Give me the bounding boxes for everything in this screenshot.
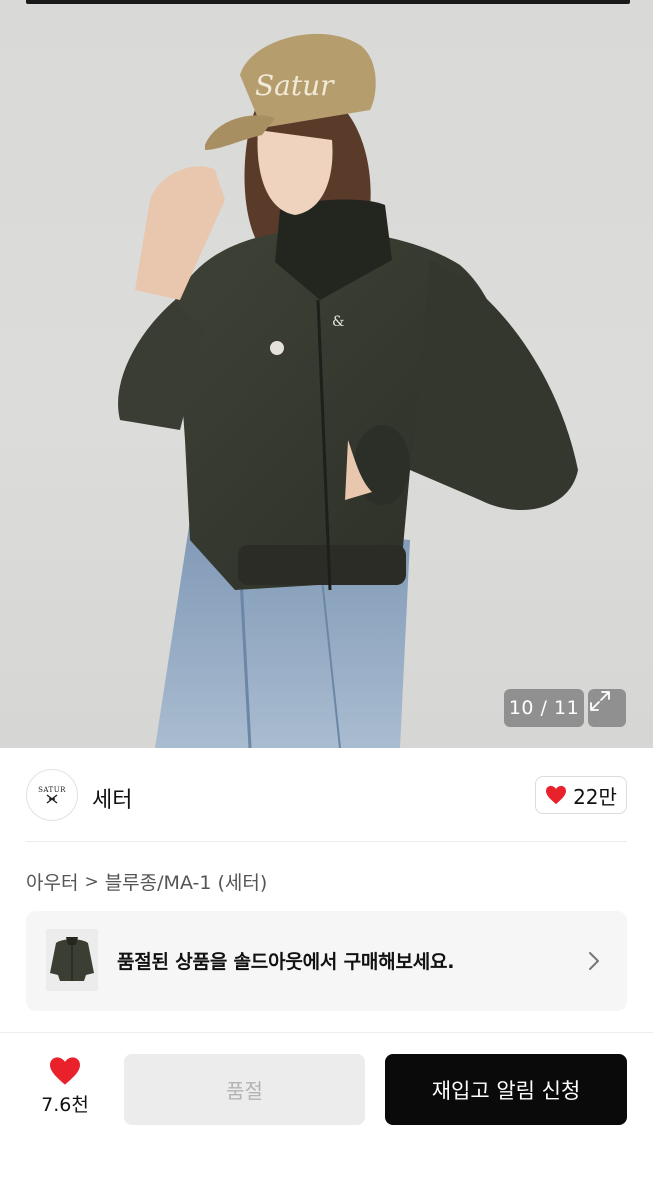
breadcrumb-category[interactable]: 아우터 xyxy=(26,868,78,895)
soldout-banner-text: 품절된 상품을 솔드아웃에서 구매해보세요. xyxy=(117,951,455,973)
soldout-banner[interactable]: 품절된 상품을 솔드아웃에서 구매해보세요. xyxy=(26,911,627,1011)
jacket-thumbnail-image xyxy=(46,929,98,991)
cap-logo: Satur xyxy=(255,69,335,102)
heart-icon xyxy=(546,785,567,805)
image-top-border xyxy=(26,0,630,4)
brand-like-count: 22만 xyxy=(573,784,617,809)
breadcrumb-separator: > xyxy=(84,871,99,892)
banner-product-thumbnail xyxy=(46,929,98,991)
product-photo: & Satur xyxy=(118,33,578,748)
svg-text:&: & xyxy=(332,314,344,330)
expand-button[interactable] xyxy=(588,689,626,727)
breadcrumb: 아우터 > 블루종/MA-1 (세터) xyxy=(26,868,267,895)
bottom-bar-divider xyxy=(0,1032,653,1033)
wishlist-button[interactable]: 7.6천 xyxy=(30,1056,100,1126)
heart-icon xyxy=(50,1057,80,1085)
restock-alert-button[interactable]: 재입고 알림 신청 xyxy=(385,1054,627,1125)
brand-logo-mark-icon xyxy=(46,794,58,804)
brand-row: SATUR 세터 22만 xyxy=(0,766,653,824)
product-image-gallery[interactable]: & Satur 10 / 11 xyxy=(0,0,653,748)
soldout-button[interactable]: 품절 xyxy=(124,1054,365,1125)
brand-like-button[interactable]: 22만 xyxy=(535,776,627,814)
chevron-right-icon xyxy=(589,952,599,970)
brand-name[interactable]: 세터 xyxy=(92,782,132,814)
image-counter: 10 / 11 xyxy=(504,689,584,727)
brand-logo[interactable]: SATUR xyxy=(26,769,78,821)
breadcrumb-subcategory[interactable]: 블루종/MA-1 (세터) xyxy=(105,868,268,895)
brand-logo-text: SATUR xyxy=(38,786,66,794)
divider xyxy=(26,841,627,842)
wishlist-count: 7.6천 xyxy=(41,1094,89,1116)
expand-icon xyxy=(590,691,610,711)
